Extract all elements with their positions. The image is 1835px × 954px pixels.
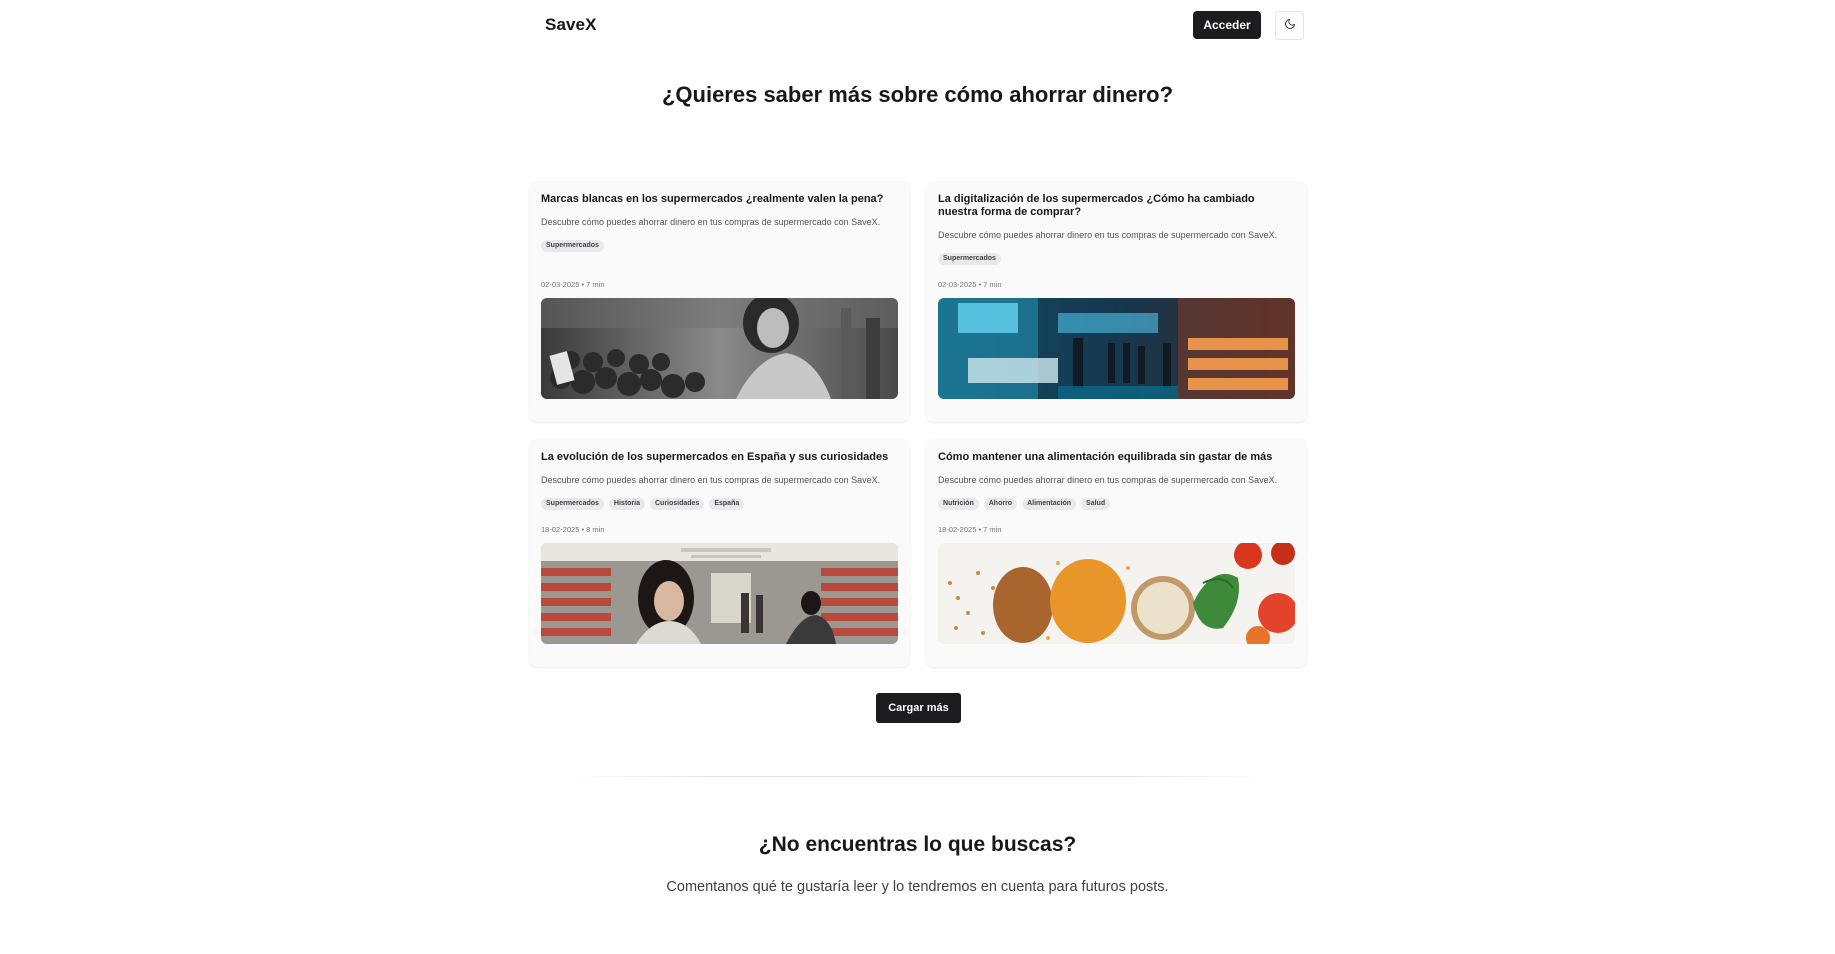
post-description: Descubre cómo puedes ahorrar dinero en t…	[541, 475, 881, 485]
post-date-readtime: 02-03-2025 • 7 min	[938, 280, 1002, 289]
brand-logo[interactable]: SaveX	[545, 15, 597, 35]
footer-title: ¿No encuentras lo que buscas?	[758, 833, 1077, 856]
tag: Historia	[608, 498, 645, 510]
post-tags: Supermercados	[938, 253, 1001, 265]
post-tags: Nutrición Ahorro Alimentación Salud	[938, 498, 1111, 510]
tag: Alimentación	[1022, 498, 1077, 510]
load-more-button[interactable]: Cargar más	[876, 693, 961, 723]
page-title: ¿Quieres saber más sobre cómo ahorrar di…	[661, 82, 1174, 107]
post-card[interactable]: La evolución de los supermercados en Esp…	[529, 439, 910, 667]
post-title[interactable]: Marcas blancas en los supermercados ¿rea…	[541, 193, 898, 206]
tag: Supermercados	[541, 498, 604, 510]
post-description: Descubre cómo puedes ahorrar dinero en t…	[938, 230, 1278, 240]
tag: Supermercados	[938, 253, 1001, 265]
post-title[interactable]: La evolución de los supermercados en Esp…	[541, 451, 898, 464]
section-divider	[568, 776, 1268, 777]
post-card[interactable]: Marcas blancas en los supermercados ¿rea…	[529, 181, 910, 422]
theme-toggle-button[interactable]	[1275, 11, 1304, 40]
tag: Ahorro	[983, 498, 1018, 510]
login-button[interactable]: Acceder	[1193, 11, 1261, 39]
post-card[interactable]: Cómo mantener una alimentación equilibra…	[926, 439, 1307, 667]
tag: Supermercados	[541, 240, 604, 252]
post-title[interactable]: Cómo mantener una alimentación equilibra…	[938, 451, 1295, 464]
post-tags: Supermercados	[541, 240, 604, 252]
tag: España	[709, 498, 745, 510]
top-nav: SaveX Acceder	[0, 0, 1835, 50]
post-date-readtime: 02-03-2025 • 7 min	[541, 280, 605, 289]
post-image[interactable]	[938, 543, 1295, 644]
post-image[interactable]	[541, 298, 898, 399]
tag: Curiosidades	[649, 498, 705, 510]
post-tags: Supermercados Historia Curiosidades Espa…	[541, 498, 745, 510]
footer-description: Comentanos qué te gustaría leer y lo ten…	[666, 879, 1169, 895]
post-image[interactable]	[938, 298, 1295, 399]
post-description: Descubre cómo puedes ahorrar dinero en t…	[541, 217, 881, 227]
post-date-readtime: 18-02-2025 • 8 min	[541, 525, 605, 534]
tag: Nutrición	[938, 498, 979, 510]
post-card[interactable]: La digitalización de los supermercados ¿…	[926, 181, 1307, 422]
post-image[interactable]	[541, 543, 898, 644]
post-description: Descubre cómo puedes ahorrar dinero en t…	[938, 475, 1278, 485]
post-title[interactable]: La digitalización de los supermercados ¿…	[938, 193, 1295, 219]
moon-icon	[1284, 17, 1296, 35]
post-date-readtime: 18-02-2025 • 7 min	[938, 525, 1002, 534]
tag: Salud	[1081, 498, 1111, 510]
